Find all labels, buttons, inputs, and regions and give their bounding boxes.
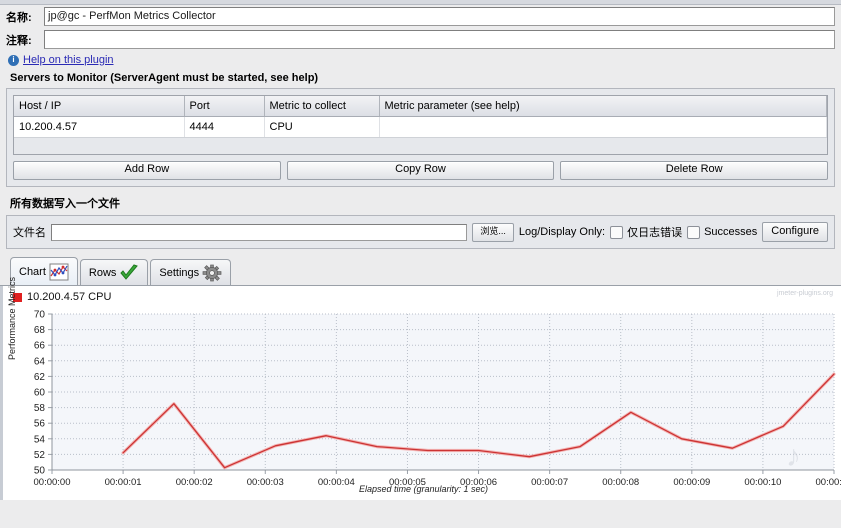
svg-text:70: 70 [34,310,46,321]
table-empty-space [14,138,827,154]
cell-metric-to-collect[interactable]: CPU [264,116,380,138]
svg-text:00:00:01: 00:00:01 [105,477,142,488]
legend-label[interactable]: 10.200.4.57 CPU [27,291,111,303]
name-row: 名称: jp@gc - PerfMon Metrics Collector [0,5,841,28]
servers-table-wrapper: Host / IP Port Metric to collect Metric … [13,95,828,155]
servers-section: Servers to Monitor (ServerAgent must be … [6,70,835,187]
chart-legend: 10.200.4.57 CPU [3,286,841,303]
svg-text:00:00:10: 00:00:10 [744,477,781,488]
gear-icon [202,264,222,282]
svg-text:66: 66 [34,341,46,352]
svg-text:50: 50 [34,466,46,477]
tab-chart-label: Chart [19,265,46,278]
cell-host-ip[interactable]: 10.200.4.57 [14,116,185,138]
svg-text:62: 62 [34,372,46,383]
successes-checkbox-label: Successes [704,226,758,238]
errors-checkbox-group[interactable]: 仅日志错误 [610,224,682,240]
cell-metric-parameter[interactable] [379,116,827,138]
file-section-title: 所有数据写入一个文件 [10,198,120,210]
column-metric-parameter[interactable]: Metric parameter (see help) [379,96,827,117]
browse-button[interactable]: 浏览... [472,222,514,242]
servers-table: Host / IP Port Metric to collect Metric … [14,96,827,138]
svg-text:60: 60 [34,388,46,399]
svg-text:00:00:06: 00:00:06 [460,477,497,488]
table-header-row: Host / IP Port Metric to collect Metric … [14,96,827,117]
chart-panel: 10.200.4.57 CPU jmeter-plugins.org Perfo… [0,277,841,500]
column-host-ip[interactable]: Host / IP [14,96,185,117]
svg-text:00:00:03: 00:00:03 [247,477,284,488]
svg-text:00:00:12: 00:00:12 [816,477,841,488]
info-icon: i [8,54,19,66]
name-label: 名称: [6,11,32,24]
tab-rows[interactable]: Rows [79,259,149,285]
delete-row-button[interactable]: Delete Row [560,161,829,180]
svg-text:00:00:09: 00:00:09 [673,477,710,488]
help-on-this-plugin-link[interactable]: Help on this plugin [23,54,114,66]
table-row[interactable]: 10.200.4.57 4444 CPU [14,116,827,138]
file-panel: 文件名 浏览... Log/Display Only: 仅日志错误 Succes… [6,215,835,249]
tab-settings[interactable]: Settings [150,259,232,285]
cell-port[interactable]: 4444 [184,116,265,138]
filename-label: 文件名 [13,227,46,239]
comment-row: 注释: [0,28,841,51]
chart-svg: 50 52 54 56 58 60 62 64 66 68 70 00:00:00 00:00:01 00… [34,310,841,489]
perfmon-collector-window: 名称: jp@gc - PerfMon Metrics Collector 注释… [0,0,841,528]
servers-section-title: Servers to Monitor (ServerAgent must be … [10,72,319,84]
successes-checkbox[interactable] [687,225,701,239]
log-display-only-label: Log/Display Only: [518,226,606,238]
svg-text:54: 54 [34,434,46,445]
comment-input[interactable] [44,30,835,49]
copy-row-button[interactable]: Copy Row [286,161,555,180]
add-row-button[interactable]: Add Row [13,161,281,180]
svg-text:00:00:04: 00:00:04 [318,477,355,488]
tab-bar: Chart Rows Settings [0,255,841,286]
svg-text:52: 52 [34,450,46,461]
help-row: i Help on this plugin [0,51,841,70]
svg-text:00:00:00: 00:00:00 [34,477,71,488]
svg-text:00:00:08: 00:00:08 [602,477,639,488]
tab-settings-label: Settings [159,266,200,279]
chart-icon [49,263,69,281]
svg-text:64: 64 [34,356,46,367]
name-input[interactable]: jp@gc - PerfMon Metrics Collector [44,7,835,26]
successes-checkbox-group[interactable]: Successes [687,225,758,239]
svg-text:00:00:05: 00:00:05 [389,477,426,488]
svg-text:00:00:07: 00:00:07 [531,477,568,488]
svg-text:00:00:02: 00:00:02 [176,477,213,488]
svg-text:56: 56 [34,419,46,430]
svg-text:58: 58 [34,403,46,414]
filename-input[interactable] [51,223,468,241]
chart-watermark: jmeter-plugins.org [776,290,833,297]
errors-checkbox[interactable] [610,225,624,239]
configure-button[interactable]: Configure [762,222,828,242]
checkmark-icon [119,263,139,282]
column-metric-to-collect[interactable]: Metric to collect [264,96,380,117]
tab-rows-label: Rows [88,266,117,279]
tab-chart[interactable]: Chart [10,257,78,285]
svg-text:68: 68 [34,325,46,336]
chart-plot-area[interactable]: Performance Metrics Elapsed time (granul… [3,277,841,500]
servers-panel: Host / IP Port Metric to collect Metric … [6,88,835,187]
column-port[interactable]: Port [184,96,265,117]
comment-label: 注释: [6,34,32,47]
servers-button-row: Add Row Copy Row Delete Row [13,161,829,180]
errors-checkbox-label: 仅日志错误 [627,227,683,239]
file-section: 所有数据写入一个文件 文件名 浏览... Log/Display Only: 仅… [6,193,835,249]
